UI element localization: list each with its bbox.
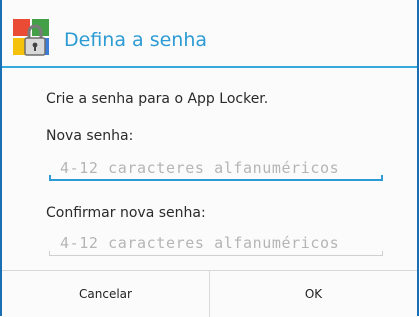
new-password-underline [49, 175, 383, 181]
set-password-dialog: Defina a senha Crie a senha para o App L… [0, 0, 419, 317]
instruction-text: Crie a senha para o App Locker. [46, 91, 269, 107]
confirm-password-underline [49, 255, 383, 256]
header-divider [2, 66, 417, 68]
confirm-password-input[interactable] [49, 232, 383, 254]
dialog-header: Defina a senha [2, 0, 417, 68]
new-password-input[interactable] [49, 157, 383, 179]
dialog-footer: Cancelar OK [2, 270, 417, 317]
new-password-field-container [49, 157, 383, 181]
confirm-password-label: Confirmar nova senha: [46, 205, 206, 221]
new-password-label: Nova senha: [46, 128, 134, 144]
dialog-title: Defina a senha [64, 29, 208, 51]
app-locker-padlock-icon [13, 19, 49, 56]
cancel-button[interactable]: Cancelar [2, 271, 209, 317]
confirm-password-field-container [49, 232, 383, 256]
ok-button[interactable]: OK [210, 271, 417, 317]
